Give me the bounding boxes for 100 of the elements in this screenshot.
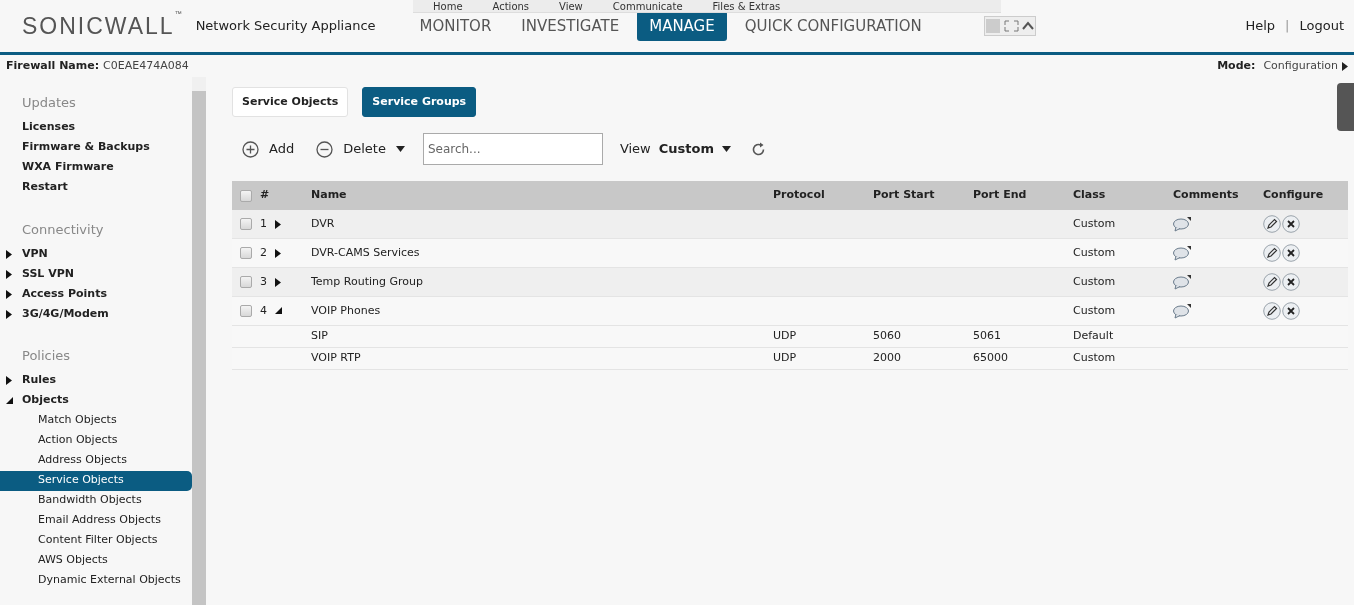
table-cell-text: Custom: [1073, 273, 1117, 290]
view-tab[interactable]: Service Objects: [232, 87, 349, 117]
collapsed-caret-icon[interactable]: [275, 277, 281, 287]
table-cell-text: DVR-CAMS Services: [311, 244, 421, 261]
toolbar-item[interactable]: Communicate: [612, 1, 683, 12]
header-link[interactable]: Help: [1245, 16, 1276, 36]
column-header: Name: [311, 187, 348, 204]
column-header: Port Start: [873, 187, 936, 204]
refresh-icon[interactable]: [751, 141, 766, 157]
comment-bubble-icon[interactable]: [1173, 274, 1191, 290]
sidebar-item[interactable]: Licenses: [22, 119, 76, 136]
checkbox[interactable]: [240, 218, 252, 230]
sidebar-subitem[interactable]: Dynamic External Objects: [0, 570, 192, 591]
firewall-name: C0EAE474A084: [103, 57, 189, 74]
delete-x-icon[interactable]: [1282, 302, 1300, 320]
sidebar-item[interactable]: WXA Firmware: [22, 159, 114, 176]
sidebar-subitem[interactable]: Email Address Objects: [0, 510, 192, 531]
table-cell-text: VOIP Phones: [311, 302, 382, 319]
edit-pencil-icon[interactable]: [1263, 244, 1281, 262]
sidebar-subitem[interactable]: Content Filter Objects: [0, 530, 192, 551]
nav-tab[interactable]: INVESTIGATE: [509, 11, 632, 41]
firewall-name-label: Firewall Name:: [6, 57, 100, 74]
expanded-caret-icon[interactable]: [275, 307, 283, 315]
delete-x-icon[interactable]: [1282, 273, 1300, 291]
minus-circle-icon: [316, 140, 334, 158]
collapsed-caret-icon[interactable]: [6, 249, 12, 259]
add-button[interactable]: Add: [242, 139, 295, 159]
sidebar-item[interactable]: Restart: [22, 179, 68, 196]
table-cell-text: 5061: [973, 328, 1002, 345]
expanded-caret-icon[interactable]: [6, 396, 14, 405]
table-cell-text: VOIP RTP: [311, 350, 362, 367]
column-header: #: [260, 187, 270, 204]
mode-caret-icon[interactable]: [1342, 61, 1348, 71]
checkbox[interactable]: [240, 247, 252, 259]
table-cell-text: UDP: [773, 328, 798, 345]
collapsed-caret-icon[interactable]: [275, 219, 281, 229]
view-tab[interactable]: Service Groups: [362, 87, 477, 117]
sidebar-item[interactable]: Rules: [22, 372, 57, 389]
toolbar-grip-icon[interactable]: [983, 16, 1036, 36]
sidebar-subitem[interactable]: Match Objects: [0, 410, 192, 431]
delete-x-icon[interactable]: [1282, 244, 1300, 262]
table-cell-text: SIP: [311, 328, 329, 345]
nav-tab[interactable]: MONITOR: [407, 11, 504, 41]
caret-icon: [395, 146, 405, 152]
collapsed-caret-icon[interactable]: [6, 289, 12, 299]
table-cell-text: Custom: [1073, 244, 1117, 261]
edit-pencil-icon[interactable]: [1263, 215, 1281, 233]
collapsed-caret-icon[interactable]: [6, 376, 12, 385]
sidebar-heading: Updates: [21, 94, 77, 112]
sidebar-item[interactable]: Access Points: [22, 285, 107, 303]
checkbox[interactable]: [240, 276, 252, 288]
comment-bubble-icon[interactable]: [1173, 216, 1191, 232]
sidebar-item[interactable]: 3G/4G/Modem: [22, 305, 109, 323]
edit-pencil-icon[interactable]: [1263, 273, 1281, 291]
sidebar-subitem[interactable]: Action Objects: [0, 430, 192, 451]
plus-circle-icon: [242, 140, 259, 158]
collapsed-caret-icon[interactable]: [6, 269, 12, 279]
sidebar-item[interactable]: VPN: [22, 245, 48, 263]
table-cell-text: UDP: [773, 350, 798, 367]
sidebar-subitem[interactable]: Bandwidth Objects: [0, 490, 192, 511]
scrollbar[interactable]: [192, 77, 206, 605]
sidebar-heading: Policies: [21, 347, 72, 365]
sidebar-item[interactable]: Firmware & Backups: [22, 139, 150, 156]
table-cell-text: 65000: [973, 350, 1009, 367]
view-dropdown[interactable]: Custom: [658, 139, 731, 159]
mode-label: Mode:: [1217, 57, 1256, 74]
checkbox[interactable]: [240, 305, 252, 317]
mode-value[interactable]: Configuration: [1263, 57, 1338, 75]
collapsed-caret-icon[interactable]: [275, 248, 281, 258]
toolbar-item[interactable]: View: [559, 1, 583, 12]
table-cell-text: Custom: [1073, 215, 1117, 232]
toolbar-item[interactable]: Actions: [492, 1, 530, 12]
checkbox[interactable]: [240, 189, 252, 202]
column-header: Protocol: [773, 187, 826, 204]
collapsed-caret-icon[interactable]: [6, 309, 12, 319]
column-header: Port End: [973, 187, 1028, 204]
delete-x-icon[interactable]: [1282, 215, 1300, 233]
sidebar-subitem[interactable]: Address Objects: [0, 450, 192, 471]
nav-tab[interactable]: MANAGE: [637, 11, 727, 41]
sidebar-item[interactable]: SSL VPN: [22, 265, 74, 283]
caret-icon: [722, 146, 731, 152]
table-cell-text: Default: [1073, 328, 1115, 345]
nav-tab[interactable]: QUICK CONFIGURATION: [732, 11, 934, 41]
toolbar-item[interactable]: Files & Extras: [712, 1, 781, 12]
comment-bubble-icon[interactable]: [1173, 303, 1191, 319]
search-field[interactable]: Search...: [422, 133, 603, 165]
product-name: Network Security Appliance: [195, 17, 376, 36]
column-header: Configure: [1263, 187, 1325, 204]
row-number: 4: [260, 302, 267, 319]
table-cell-text: Custom: [1073, 302, 1117, 319]
sidebar-item[interactable]: Objects: [22, 392, 69, 409]
header-link[interactable]: Logout: [1299, 16, 1344, 36]
view-label: View: [619, 140, 651, 159]
edit-pencil-icon[interactable]: [1263, 302, 1281, 320]
sidebar-heading: Connectivity: [21, 220, 105, 239]
sidebar-subitem[interactable]: AWS Objects: [0, 550, 192, 571]
delete-button[interactable]: Delete: [316, 139, 405, 159]
sidebar-subitem[interactable]: Service Objects: [0, 470, 192, 491]
toolbar-item[interactable]: Home: [433, 1, 463, 12]
comment-bubble-icon[interactable]: [1173, 245, 1191, 261]
